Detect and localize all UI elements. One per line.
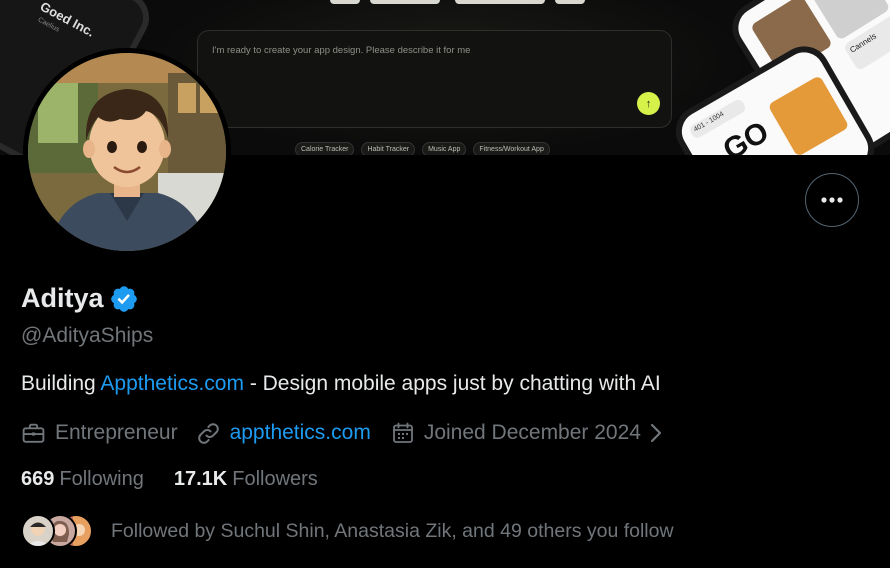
verified-badge-icon[interactable] xyxy=(109,284,139,314)
joined-item[interactable]: Joined December 2024 xyxy=(391,421,672,445)
followed-by-avatars xyxy=(21,514,93,548)
banner-chip: Habit Tracker xyxy=(361,142,416,155)
banner-chip: Calorie Tracker xyxy=(295,142,355,155)
bio-link[interactable]: Appthetics.com xyxy=(100,372,244,395)
banner-prompt-box: I'm ready to create your app design. Ple… xyxy=(197,30,672,128)
followers-link[interactable]: 17.1K Followers xyxy=(174,468,318,491)
bio-prefix: Building xyxy=(21,372,101,395)
following-count: 669 xyxy=(21,468,55,490)
profession-label: Entrepreneur xyxy=(55,421,178,444)
followers-count: 17.1K xyxy=(173,468,228,490)
banner-suggestion-chips: Calorie Tracker Habit Tracker Music App … xyxy=(295,142,550,155)
banner-prompt-text: I'm ready to create your app design. Ple… xyxy=(212,45,471,56)
followers-you-know[interactable]: Followed by Suchul Shin, Anastasia Zik, … xyxy=(21,514,674,548)
profile-meta-row: Entrepreneur appthetics.com Joined Decem… xyxy=(21,419,672,447)
joined-label: Joined December 2024 xyxy=(423,421,641,444)
profile-bio: Building Appthetics.com - Design mobile … xyxy=(21,372,661,396)
profession-item: Entrepreneur xyxy=(21,421,178,446)
profile-stats: 669 Following 17.1K Followers xyxy=(21,468,318,491)
website-item[interactable]: appthetics.com xyxy=(196,421,371,446)
briefcase-icon xyxy=(22,423,45,443)
banner-chip: Music App xyxy=(422,142,467,155)
chevron-right-icon[interactable] xyxy=(649,422,663,444)
bio-suffix: - Design mobile apps just by chatting wi… xyxy=(243,372,661,395)
profile-handle: @AdityaShips xyxy=(21,324,154,347)
profile-name-row: Aditya xyxy=(21,283,139,314)
calendar-icon xyxy=(392,422,413,443)
avatar-illustration xyxy=(28,53,226,251)
more-horizontal-icon xyxy=(821,197,843,203)
website-link[interactable]: appthetics.com xyxy=(230,421,371,445)
avatar[interactable] xyxy=(28,53,226,251)
link-icon xyxy=(197,422,219,444)
banner-headline-fragment xyxy=(330,0,600,8)
followed-by-text: Followed by Suchul Shin, Anastasia Zik, … xyxy=(111,519,674,542)
avatar xyxy=(21,514,55,548)
banner-chip: Fitness/Workout App xyxy=(473,142,550,155)
followers-label: Followers xyxy=(232,468,318,490)
arrow-up-icon: ↑ xyxy=(637,92,660,115)
following-link[interactable]: 669 Following xyxy=(21,468,144,491)
following-label: Following xyxy=(59,468,144,490)
profile-name: Aditya xyxy=(21,283,104,313)
more-options-button[interactable] xyxy=(805,173,859,227)
